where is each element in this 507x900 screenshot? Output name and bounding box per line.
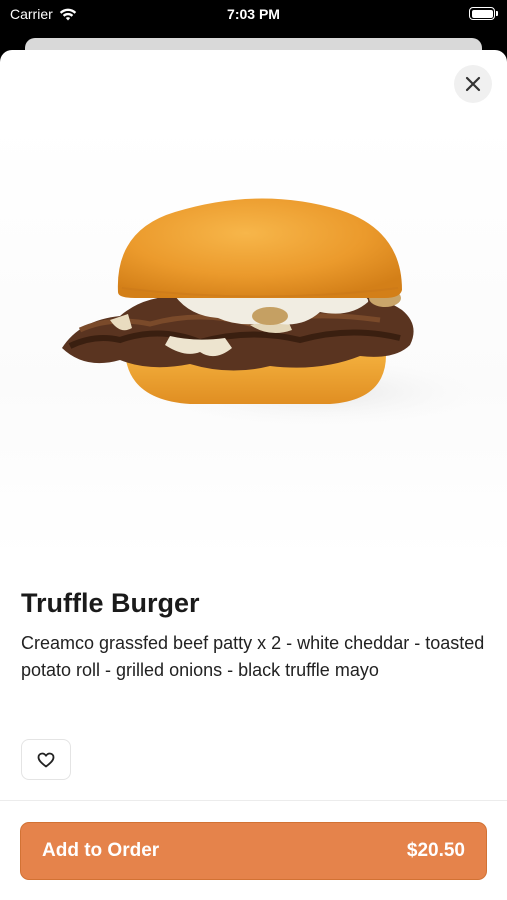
status-time: 7:03 PM xyxy=(227,6,280,22)
close-icon xyxy=(465,76,481,92)
add-to-order-button[interactable]: Add to Order $20.50 xyxy=(20,822,487,880)
item-title: Truffle Burger xyxy=(21,588,200,618)
item-description: Creamco grassfed beef patty x 2 - white … xyxy=(21,633,485,680)
close-button[interactable] xyxy=(454,65,492,103)
divider xyxy=(0,800,507,801)
burger-illustration xyxy=(62,198,507,432)
battery-icon xyxy=(469,7,498,20)
favorite-button[interactable] xyxy=(21,739,71,780)
heart-icon xyxy=(37,752,55,767)
status-bar: Carrier 7:03 PM xyxy=(0,0,507,30)
add-to-order-label: Add to Order xyxy=(42,840,160,861)
item-price: $20.50 xyxy=(406,840,465,861)
item-detail-sheet: Truffle Burger Creamco grassfed beef pat… xyxy=(0,50,507,900)
item-image xyxy=(0,120,507,560)
